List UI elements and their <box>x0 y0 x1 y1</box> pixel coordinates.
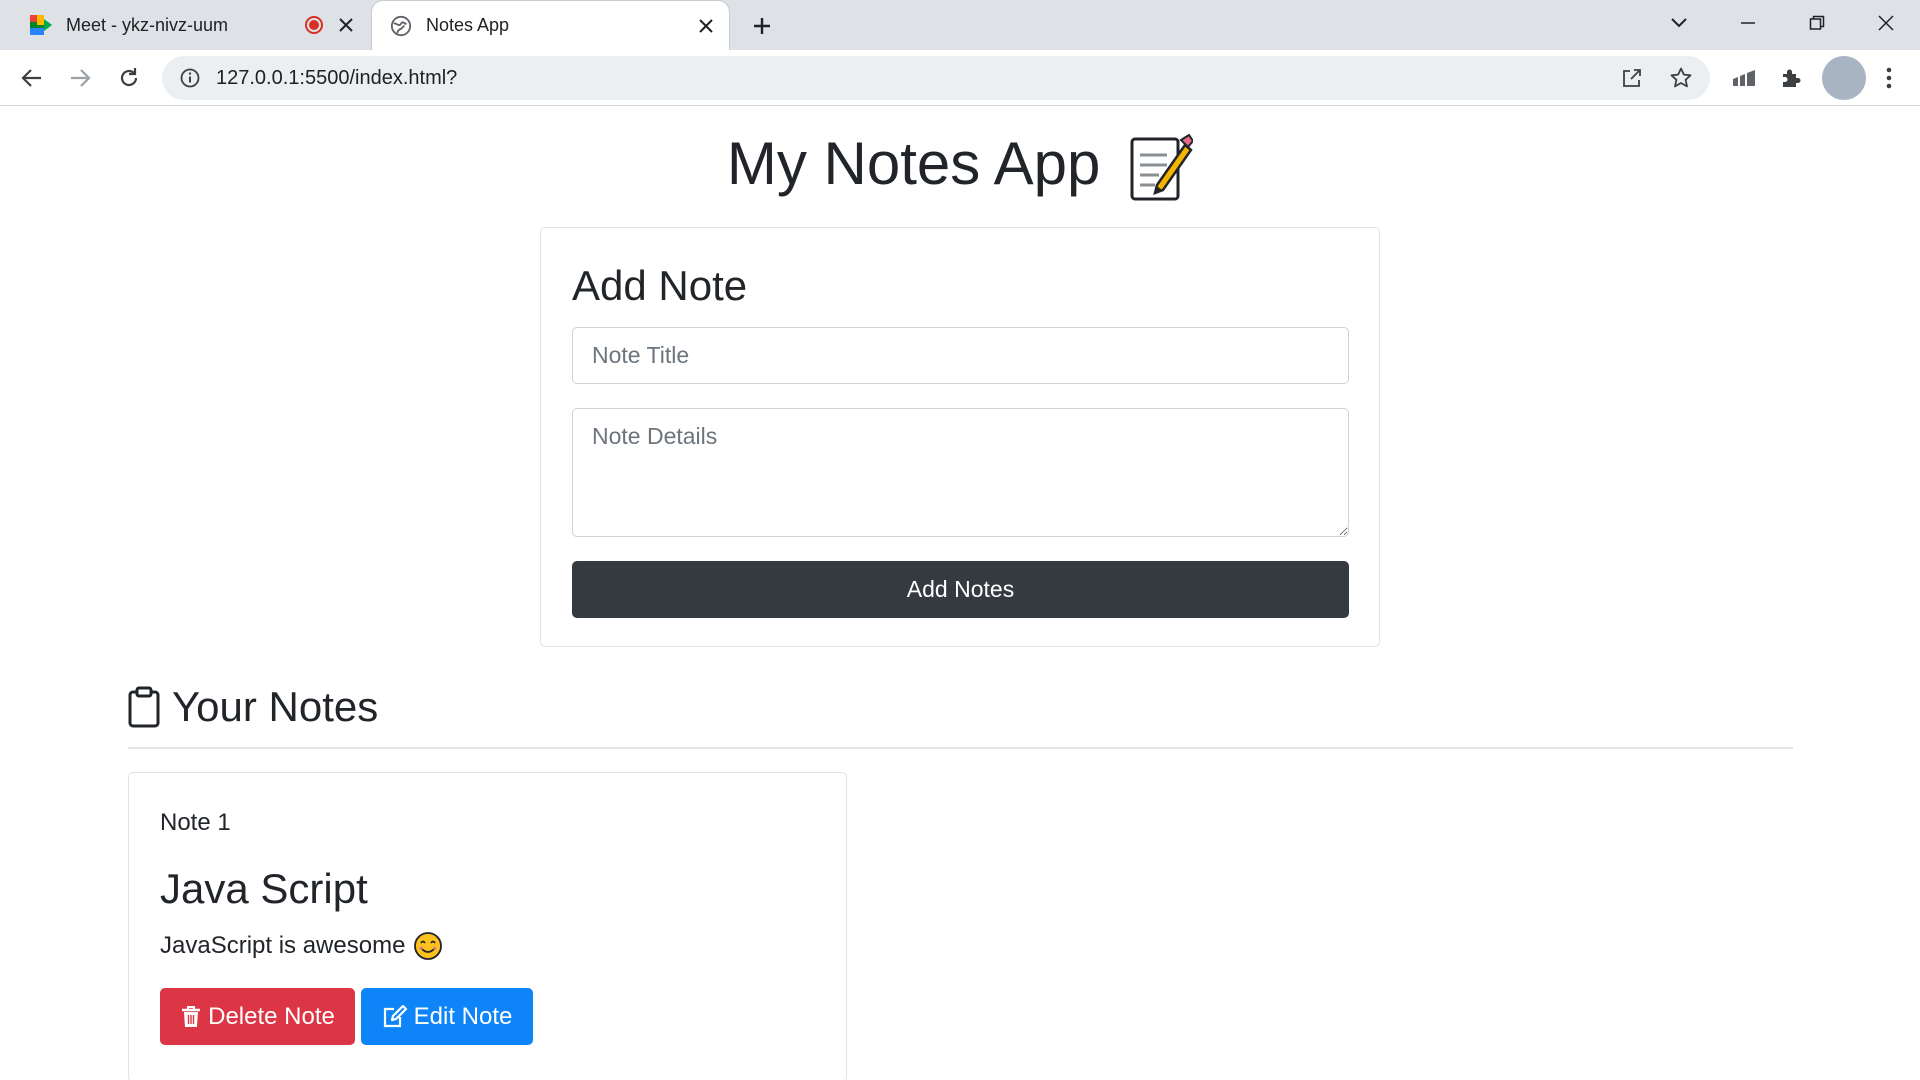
page-title-text: My Notes App <box>726 130 1101 197</box>
tab-label: Notes App <box>426 15 510 35</box>
tab-label: Meet - ykz-nivz-uum <box>66 14 229 35</box>
globe-icon <box>390 15 412 36</box>
close-tab-icon[interactable] <box>693 13 719 39</box>
reload-icon <box>120 68 138 87</box>
new-tab-button[interactable] <box>741 7 783 45</box>
your-notes-label: Your Notes <box>172 683 379 730</box>
trash-icon <box>180 1005 202 1029</box>
puzzle-icon <box>1783 69 1801 87</box>
tab-strip: Meet - ykz-nivz-uum Notes App <box>0 0 1920 50</box>
note-number: Note 1 <box>160 809 231 836</box>
performance-extension-button[interactable] <box>1726 60 1762 96</box>
note-title-input[interactable] <box>572 327 1349 384</box>
section-divider <box>128 747 1793 749</box>
close-icon <box>1878 15 1894 31</box>
note-body-text: JavaScript is awesome <box>160 932 406 959</box>
add-notes-button[interactable]: Add Notes <box>572 561 1349 618</box>
restore-button[interactable] <box>1797 6 1837 40</box>
browser-toolbar: 127.0.0.1:5500/index.html? <box>0 50 1920 106</box>
google-meet-icon <box>30 15 52 35</box>
your-notes-heading: Your Notes <box>128 677 378 737</box>
recording-icon <box>305 16 323 34</box>
page-content: My Notes App Add Note Add Notes Your Not… <box>0 107 1920 1080</box>
reload-button[interactable] <box>109 58 149 98</box>
minimize-icon <box>1741 22 1755 24</box>
clipboard-icon <box>128 686 160 728</box>
star-icon[interactable] <box>1667 64 1695 92</box>
edit-note-label: Edit Note <box>413 1002 513 1030</box>
info-icon[interactable] <box>178 66 202 90</box>
note-card: Note 1 Java Script JavaScript is awesome… <box>128 772 847 1080</box>
tab-search-button[interactable] <box>1659 6 1699 40</box>
extensions-button[interactable] <box>1773 60 1809 96</box>
back-button[interactable] <box>12 58 52 98</box>
chart-icon <box>1733 70 1755 86</box>
tab-meet[interactable]: Meet - ykz-nivz-uum <box>12 0 369 50</box>
smiling-face-icon <box>414 932 443 960</box>
arrow-right-icon <box>71 69 91 87</box>
edit-note-button[interactable]: Edit Note <box>361 988 533 1045</box>
page-title: My Notes App <box>0 129 1920 203</box>
url-text[interactable]: 127.0.0.1:5500/index.html? <box>216 67 457 90</box>
restore-icon <box>1809 15 1825 30</box>
arrow-left-icon <box>21 69 41 87</box>
share-icon[interactable] <box>1618 64 1646 92</box>
profile-avatar[interactable] <box>1822 56 1866 100</box>
memo-icon <box>1130 133 1194 201</box>
plus-icon <box>754 18 770 34</box>
close-tab-icon[interactable] <box>333 12 359 38</box>
close-window-button[interactable] <box>1866 6 1906 40</box>
browser-menu-button[interactable] <box>1871 60 1907 96</box>
tab-notes-app[interactable]: Notes App <box>371 0 730 50</box>
delete-note-button[interactable]: Delete Note <box>160 988 355 1045</box>
chevron-down-icon <box>1671 18 1687 28</box>
minimize-button[interactable] <box>1728 6 1768 40</box>
note-details-input[interactable] <box>572 408 1349 537</box>
edit-icon <box>382 1004 408 1029</box>
add-note-heading: Add Note <box>572 262 748 309</box>
address-bar[interactable]: 127.0.0.1:5500/index.html? <box>162 56 1710 100</box>
forward-button[interactable] <box>60 58 100 98</box>
note-title: Java Script <box>160 865 368 912</box>
more-vertical-icon <box>1886 67 1892 89</box>
add-note-card: Add Note Add Notes <box>540 227 1380 647</box>
note-body: JavaScript is awesome <box>160 931 443 961</box>
delete-note-label: Delete Note <box>208 1002 335 1030</box>
